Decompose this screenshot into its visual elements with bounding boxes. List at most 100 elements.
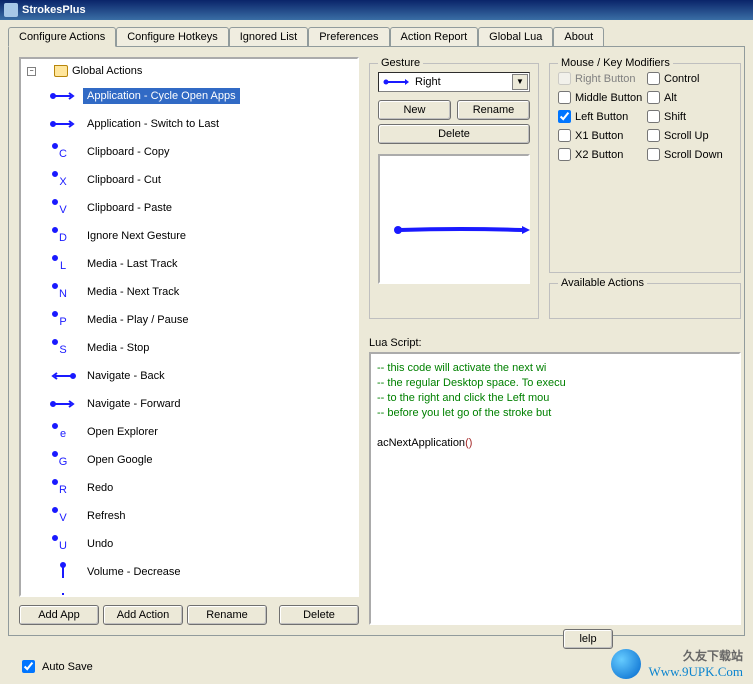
tree-item-label: Navigate - Forward (83, 396, 185, 412)
modifier-label: Scroll Down (664, 149, 723, 161)
gesture-new-button[interactable]: New (378, 100, 451, 120)
tab-strip: Configure ActionsConfigure HotkeysIgnore… (8, 26, 745, 46)
svg-text:C: C (59, 148, 67, 160)
tree-item[interactable]: G Open Google (49, 447, 353, 473)
available-actions-group: Available Actions (549, 283, 741, 319)
modifier-right-button: Right Button (558, 72, 643, 85)
tree-root-label: Global Actions (72, 65, 142, 77)
gesture-glyph-icon: e (49, 422, 77, 442)
tree-item-label: Open Google (83, 452, 156, 468)
svg-text:X: X (59, 176, 67, 188)
tree-item-label: Media - Stop (83, 340, 153, 356)
auto-save-label: Auto Save (42, 661, 93, 673)
tree-item[interactable]: UUndo (49, 531, 353, 557)
tree-item[interactable]: V Clipboard - Paste (49, 195, 353, 221)
tree-item-label: Media - Next Track (83, 284, 183, 300)
tree-item[interactable]: eOpen Explorer (49, 419, 353, 445)
window-title: StrokesPlus (22, 0, 86, 20)
modifier-label: Control (664, 73, 699, 85)
modifier-alt[interactable]: Alt (647, 91, 732, 104)
modifier-control[interactable]: Control (647, 72, 732, 85)
modifier-x1-button[interactable]: X1 Button (558, 129, 643, 142)
gesture-rename-button[interactable]: Rename (457, 100, 530, 120)
tree-item[interactable]: Navigate - Back (49, 363, 353, 389)
gesture-glyph-icon: C (49, 142, 77, 162)
tree-item[interactable]: PMedia - Play / Pause (49, 307, 353, 333)
tree-item[interactable]: DIgnore Next Gesture (49, 223, 353, 249)
available-actions-legend: Available Actions (558, 277, 647, 289)
tree-item[interactable]: XClipboard - Cut (49, 167, 353, 193)
folder-icon (54, 65, 68, 77)
tree-item[interactable]: Navigate - Forward (49, 391, 353, 417)
tab-configure-hotkeys[interactable]: Configure Hotkeys (116, 27, 229, 47)
help-button[interactable]: lelp (563, 629, 613, 649)
auto-save-checkbox[interactable]: Auto Save (18, 657, 93, 676)
tree-item[interactable]: Volume - Decrease (49, 559, 353, 585)
tree-item-label: Application - Cycle Open Apps (83, 88, 240, 104)
tab-preferences[interactable]: Preferences (308, 27, 389, 47)
modifier-left-button[interactable]: Left Button (558, 110, 643, 123)
tree-root[interactable]: − Global Actions (27, 65, 353, 77)
tree-item[interactable]: R Redo (49, 475, 353, 501)
modifier-label: X1 Button (575, 130, 623, 142)
add-action-button[interactable]: Add Action (103, 605, 183, 625)
add-app-button[interactable]: Add App (19, 605, 99, 625)
modifiers-legend: Mouse / Key Modifiers (558, 57, 673, 69)
actions-tree[interactable]: − Global Actions Application - Cycle Ope… (19, 57, 359, 597)
gesture-select[interactable]: Right ▼ (378, 72, 530, 92)
svg-text:R: R (59, 484, 67, 496)
modifier-scroll-up[interactable]: Scroll Up (647, 129, 732, 142)
lua-script-editor[interactable]: -- this code will activate the next wi -… (369, 352, 741, 625)
gesture-preview (378, 154, 530, 284)
tree-item[interactable]: N Media - Next Track (49, 279, 353, 305)
tree-item[interactable]: Application - Switch to Last (49, 111, 353, 137)
tree-item[interactable]: CClipboard - Copy (49, 139, 353, 165)
watermark: 久友下载站 Www.9UPK.Com (611, 647, 743, 680)
gesture-glyph-icon: X (49, 170, 77, 190)
left-button-row: Add App Add Action Rename Delete (19, 605, 359, 625)
modifier-scroll-down[interactable]: Scroll Down (647, 148, 732, 161)
modifier-middle-button[interactable]: Middle Button (558, 91, 643, 104)
tree-item[interactable]: S Media - Stop (49, 335, 353, 361)
modifier-label: Middle Button (575, 92, 642, 104)
svg-text:D: D (59, 232, 67, 244)
tab-ignored-list[interactable]: Ignored List (229, 27, 308, 47)
gesture-glyph-icon: V (49, 198, 77, 218)
svg-text:G: G (59, 456, 68, 468)
modifier-shift[interactable]: Shift (647, 110, 732, 123)
tree-item-label: Redo (83, 480, 117, 496)
tab-configure-actions[interactable]: Configure Actions (8, 27, 116, 47)
watermark-cn: 久友下载站 (683, 649, 743, 663)
modifier-x2-button[interactable]: X2 Button (558, 148, 643, 161)
svg-text:e: e (60, 428, 66, 440)
rename-button[interactable]: Rename (187, 605, 267, 625)
watermark-url: Www.9UPK.Com (649, 664, 744, 679)
modifier-label: Left Button (575, 111, 628, 123)
tree-item[interactable]: Application - Cycle Open Apps (49, 83, 353, 109)
tree-item-label: Clipboard - Paste (83, 200, 176, 216)
watermark-logo-icon (611, 649, 641, 679)
lua-script-label: Lua Script: (369, 337, 741, 349)
modifier-label: Right Button (575, 73, 636, 85)
svg-text:N: N (59, 288, 67, 300)
gesture-glyph-icon: U (49, 534, 77, 554)
tree-item[interactable]: Volume - Increase (49, 587, 353, 597)
tab-action-report[interactable]: Action Report (390, 27, 479, 47)
gesture-glyph-icon (49, 590, 77, 597)
tab-about[interactable]: About (553, 27, 604, 47)
gesture-selected: Right (415, 76, 441, 88)
collapse-icon[interactable]: − (27, 67, 36, 76)
tree-item-label: Navigate - Back (83, 368, 169, 384)
gesture-delete-button[interactable]: Delete (378, 124, 530, 144)
tree-item[interactable]: VRefresh (49, 503, 353, 529)
chevron-down-icon[interactable]: ▼ (512, 74, 528, 90)
svg-text:S: S (59, 344, 66, 356)
gesture-glyph-icon: G (49, 450, 77, 470)
tree-item-label: Volume - Decrease (83, 564, 185, 580)
tab-global-lua[interactable]: Global Lua (478, 27, 553, 47)
gesture-glyph-icon: D (49, 226, 77, 246)
tree-item[interactable]: LMedia - Last Track (49, 251, 353, 277)
tree-item-label: Media - Play / Pause (83, 312, 193, 328)
modifier-label: Scroll Up (664, 130, 709, 142)
delete-button[interactable]: Delete (279, 605, 359, 625)
